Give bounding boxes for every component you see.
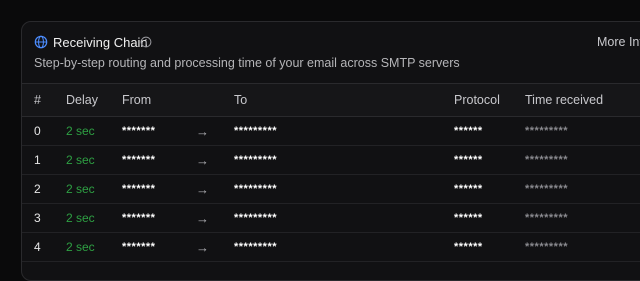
row-index: 4 — [22, 232, 66, 262]
receiving-chain-card: Receiving Chain Step-by-step routing and… — [21, 21, 640, 281]
globe-icon — [34, 35, 48, 49]
arrow-right-icon: → — [196, 232, 234, 262]
arrow-right-icon: → — [196, 116, 234, 146]
row-delay: 2 sec — [66, 174, 122, 204]
row-index: 2 — [22, 174, 66, 204]
column-header-index: # — [22, 83, 66, 117]
row-delay: 2 sec — [66, 145, 122, 175]
row-protocol: ****** — [454, 232, 525, 262]
table-row: 3 2 sec ******* → ********* ****** *****… — [22, 203, 640, 233]
row-index: 0 — [22, 116, 66, 146]
table-row: 2 2 sec ******* → ********* ****** *****… — [22, 174, 640, 204]
row-to: ********* — [234, 174, 454, 204]
row-delay: 2 sec — [66, 203, 122, 233]
row-from: ******* — [122, 145, 196, 175]
row-protocol: ****** — [454, 174, 525, 204]
row-to: ********* — [234, 232, 454, 262]
row-delay: 2 sec — [66, 116, 122, 146]
arrow-right-icon: → — [196, 203, 234, 233]
row-delay: 2 sec — [66, 232, 122, 262]
row-time-received: ********* — [525, 232, 640, 262]
row-from: ******* — [122, 116, 196, 146]
card-title: Receiving Chain — [53, 35, 148, 50]
row-index: 1 — [22, 145, 66, 175]
row-protocol: ****** — [454, 116, 525, 146]
row-time-received: ********* — [525, 116, 640, 146]
row-protocol: ****** — [454, 203, 525, 233]
row-from: ******* — [122, 232, 196, 262]
arrow-right-icon: → — [196, 174, 234, 204]
row-protocol: ****** — [454, 145, 525, 175]
row-from: ******* — [122, 203, 196, 233]
row-to: ********* — [234, 116, 454, 146]
column-header-to: To — [234, 83, 454, 117]
row-index: 3 — [22, 203, 66, 233]
row-time-received: ********* — [525, 203, 640, 233]
more-info-link[interactable]: More Inf — [597, 35, 640, 50]
column-header-from: From — [122, 83, 196, 117]
table-row: 0 2 sec ******* → ********* ****** *****… — [22, 116, 640, 146]
row-to: ********* — [234, 145, 454, 175]
table-header-row: # Delay From To Protocol Time received — [22, 83, 640, 117]
card-subtitle: Step-by-step routing and processing time… — [34, 56, 460, 70]
column-header-time-received: Time received — [525, 83, 640, 117]
arrow-right-icon: → — [196, 145, 234, 175]
row-to: ********* — [234, 203, 454, 233]
table-row: 4 2 sec ******* → ********* ****** *****… — [22, 232, 640, 262]
row-time-received: ********* — [525, 174, 640, 204]
row-time-received: ********* — [525, 145, 640, 175]
column-header-delay: Delay — [66, 83, 122, 117]
table-row: 1 2 sec ******* → ********* ****** *****… — [22, 145, 640, 175]
card-header: Receiving Chain Step-by-step routing and… — [22, 22, 640, 83]
row-from: ******* — [122, 174, 196, 204]
column-header-arrow — [196, 83, 234, 117]
column-header-protocol: Protocol — [454, 83, 525, 117]
receiving-chain-table: # Delay From To Protocol Time received 0… — [22, 83, 640, 262]
info-circle-icon[interactable] — [140, 36, 152, 48]
